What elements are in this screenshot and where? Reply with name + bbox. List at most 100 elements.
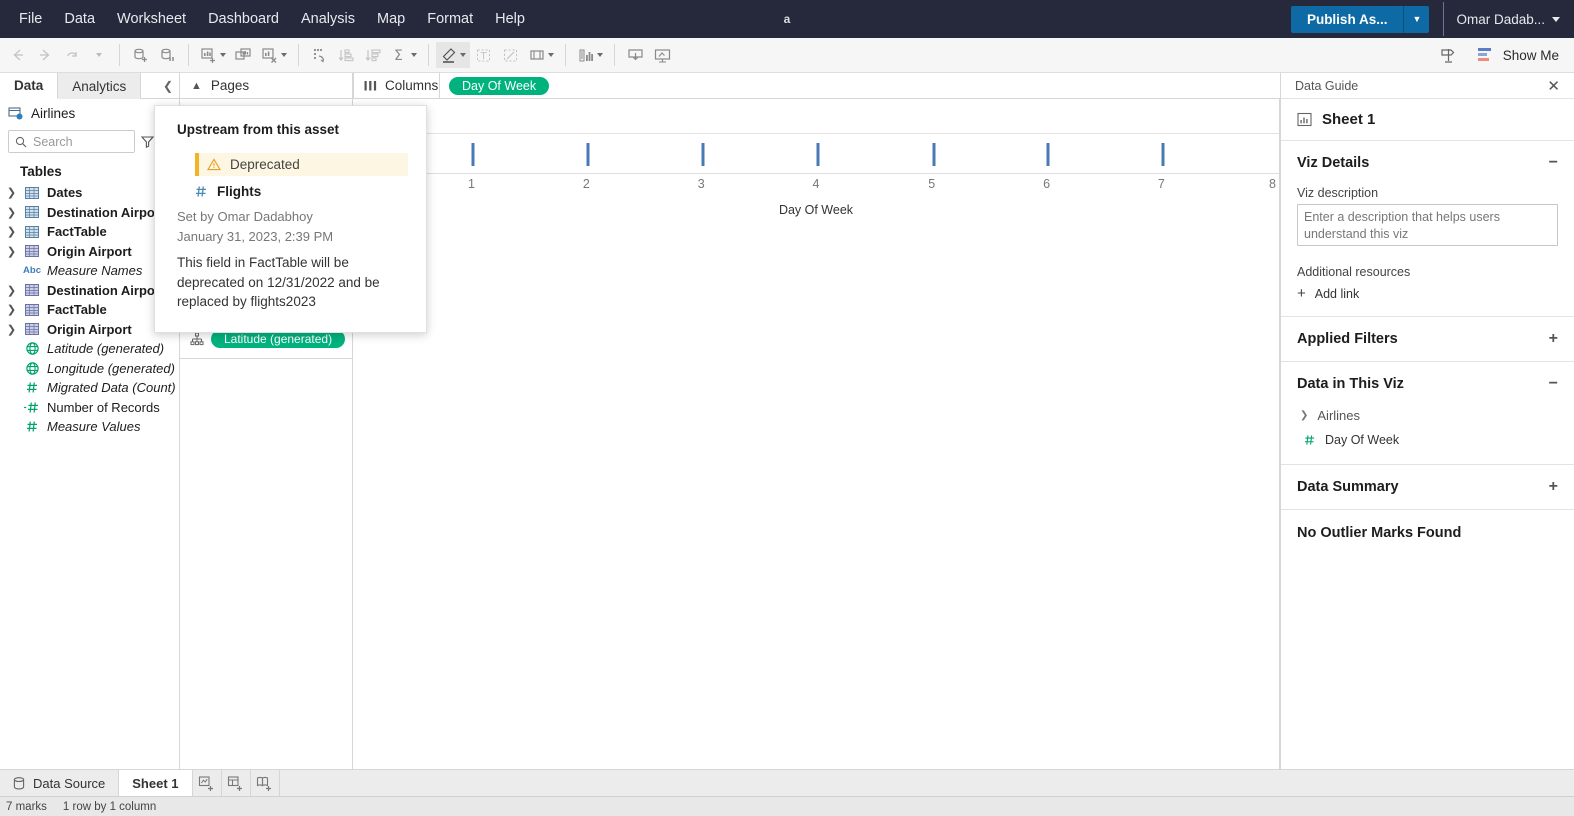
new-dashboard-icon[interactable] [222, 770, 251, 796]
menu-item-format[interactable]: Format [416, 5, 484, 33]
pause-data-source-icon[interactable] [154, 42, 181, 68]
show-me-button[interactable]: Show Me [1472, 44, 1564, 67]
highlight-icon[interactable] [436, 42, 470, 68]
data-guide-field-row[interactable]: Day Of Week [1297, 433, 1558, 447]
publish-as-button[interactable]: Publish As... [1291, 6, 1404, 33]
chevron-right-icon[interactable]: ❯ [6, 225, 17, 238]
sort-descending-icon[interactable] [360, 42, 387, 68]
data-summary-header[interactable]: Data Summary + [1297, 478, 1558, 496]
annotate-icon[interactable] [497, 42, 524, 68]
swap-rows-cols-icon[interactable] [306, 42, 333, 68]
x-tick-label: 6 [1043, 177, 1050, 191]
viz-details-header[interactable]: Viz Details − [1297, 154, 1558, 172]
x-axis-title[interactable]: Day Of Week [353, 203, 1279, 217]
popover-title: Upstream from this asset [177, 122, 408, 137]
chevron-right-icon[interactable]: ❯ [6, 303, 17, 316]
close-icon[interactable]: ✕ [1547, 77, 1560, 95]
signpost-icon[interactable] [1435, 42, 1462, 68]
data-mark[interactable] [816, 143, 819, 166]
field-row[interactable]: ❯ Destination Airport [0, 281, 179, 301]
totals-icon[interactable]: Σ [387, 42, 421, 68]
columns-shelf[interactable]: Columns Day Of Week [353, 73, 1280, 98]
chevron-right-icon[interactable]: ❯ [6, 245, 17, 258]
data-mark[interactable] [1047, 143, 1050, 166]
field-row[interactable]: ❯ FactTable [0, 300, 179, 320]
menu-item-dashboard[interactable]: Dashboard [197, 5, 290, 33]
clear-sheet-icon[interactable] [257, 42, 291, 68]
menu-item-file[interactable]: File [8, 5, 53, 33]
field-row[interactable]: ❯ Latitude (generated) [0, 339, 179, 359]
expand-toggle-icon[interactable]: + [1549, 330, 1558, 348]
tab-data[interactable]: Data [0, 73, 58, 99]
menu-item-map[interactable]: Map [366, 5, 416, 33]
viz-description-input[interactable] [1297, 204, 1558, 246]
undo-dropdown-icon[interactable] [85, 42, 112, 68]
data-mark[interactable] [587, 143, 590, 166]
menu-item-help[interactable]: Help [484, 5, 536, 33]
chevron-up-icon[interactable]: ▲ [191, 80, 202, 92]
collapse-toggle-icon[interactable]: − [1549, 154, 1558, 172]
viz-canvas[interactable]: 1 2 3 4 5 6 7 8 Day Of Week [353, 135, 1279, 769]
pill-latitude-generated[interactable]: Latitude (generated) [211, 330, 345, 348]
field-row[interactable]: ❯ Measure Values [0, 417, 179, 437]
datasource-icon [8, 106, 23, 121]
field-row[interactable]: ❯ FactTable [0, 222, 179, 242]
globe-icon [24, 362, 40, 375]
duplicate-sheet-icon[interactable] [230, 42, 257, 68]
datasource-item-airlines[interactable]: Airlines [0, 99, 179, 127]
field-row[interactable]: ❯ Abc Measure Names [0, 261, 179, 281]
data-source-icon [13, 777, 25, 790]
data-source-tab[interactable]: Data Source [0, 770, 119, 796]
field-row[interactable]: ❯ Destination Airport [0, 203, 179, 223]
new-worksheet-icon[interactable] [193, 770, 222, 796]
data-in-viz-header[interactable]: Data in This Viz − [1297, 375, 1558, 393]
redo-icon[interactable] [58, 42, 85, 68]
new-worksheet-icon[interactable] [196, 42, 230, 68]
sheet-tab-sheet1[interactable]: Sheet 1 [119, 770, 192, 796]
menu-item-analysis[interactable]: Analysis [290, 5, 366, 33]
upstream-asset-row[interactable]: Flights [195, 184, 408, 199]
new-data-source-icon[interactable] [127, 42, 154, 68]
field-row[interactable]: ❯ Longitude (generated) [0, 359, 179, 379]
user-account-menu[interactable]: Omar Dadab... [1444, 12, 1574, 27]
chevron-right-icon[interactable]: ❯ [6, 323, 17, 336]
data-guide-datasource-row[interactable]: ❯ Airlines [1297, 408, 1558, 423]
data-mark[interactable] [1162, 143, 1165, 166]
menu-item-worksheet[interactable]: Worksheet [106, 5, 197, 33]
forward-arrow-icon[interactable] [31, 42, 58, 68]
presentation-mode-icon[interactable] [649, 42, 676, 68]
divider [565, 44, 566, 66]
chevron-right-icon[interactable]: ❯ [6, 284, 17, 297]
search-box[interactable] [8, 130, 135, 153]
field-row[interactable]: ❯ Migrated Data (Count) [0, 378, 179, 398]
back-arrow-icon[interactable] [4, 42, 31, 68]
publish-dropdown-icon[interactable]: ▼ [1403, 6, 1429, 33]
data-mark[interactable] [472, 143, 475, 166]
data-mark[interactable] [932, 143, 935, 166]
fixed-axis-icon[interactable] [524, 42, 558, 68]
add-link-button[interactable]: + Add link [1297, 286, 1558, 301]
collapse-pane-icon[interactable]: ❮ [157, 73, 179, 98]
pages-shelf-header[interactable]: ▲ Pages [180, 73, 353, 98]
new-story-icon[interactable] [251, 770, 280, 796]
field-row[interactable]: ❯ Origin Airport [0, 242, 179, 262]
chevron-right-icon[interactable]: ❯ [6, 206, 17, 219]
field-label: FactTable [47, 302, 107, 317]
search-input[interactable] [33, 135, 128, 149]
field-row[interactable]: ❯ Dates [0, 183, 179, 203]
chevron-right-icon[interactable]: ❯ [6, 186, 17, 199]
tab-analytics[interactable]: Analytics [58, 73, 141, 99]
menu-item-data[interactable]: Data [53, 5, 106, 33]
field-row[interactable]: ❯ Number of Records [0, 398, 179, 418]
collapse-toggle-icon[interactable]: − [1549, 375, 1558, 393]
field-row[interactable]: ❯ Origin Airport [0, 320, 179, 340]
applied-filters-header[interactable]: Applied Filters + [1297, 330, 1558, 348]
data-mark[interactable] [702, 143, 705, 166]
label-icon[interactable]: T [470, 42, 497, 68]
pill-day-of-week[interactable]: Day Of Week [449, 77, 549, 95]
data-source-label: Data Source [33, 776, 105, 791]
expand-toggle-icon[interactable]: + [1549, 478, 1558, 496]
sort-ascending-icon[interactable] [333, 42, 360, 68]
presentation-download-icon[interactable] [622, 42, 649, 68]
show-hide-cards-icon[interactable] [573, 42, 607, 68]
